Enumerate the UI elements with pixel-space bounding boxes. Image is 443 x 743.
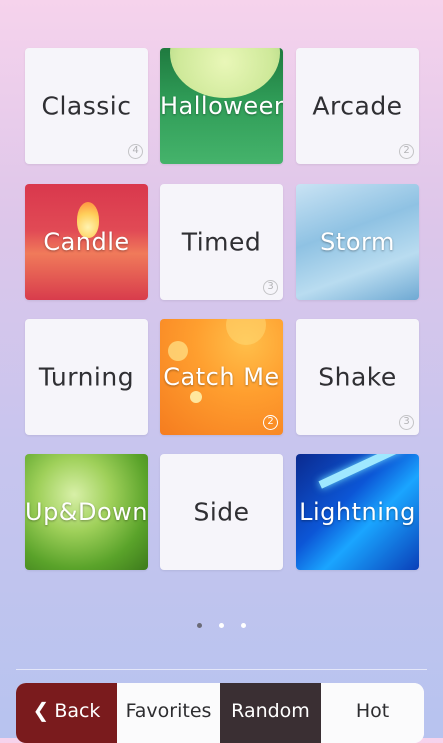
tile-shake[interactable]: Shake 3 [296, 319, 419, 435]
back-label: Back [54, 700, 101, 722]
random-label: Random [231, 700, 310, 722]
random-tab[interactable]: Random [220, 683, 321, 743]
favorites-label: Favorites [125, 700, 212, 722]
bubble-graphic [190, 391, 202, 403]
tile-label: Side [193, 497, 250, 527]
tile-label: Arcade [312, 91, 403, 121]
count-badge: 3 [399, 415, 414, 430]
count-badge: 2 [399, 144, 414, 159]
page-dot[interactable] [219, 623, 224, 628]
count-badge: 2 [263, 415, 278, 430]
tile-label: Lightning [299, 498, 416, 526]
tile-label: Storm [320, 228, 395, 256]
tile-classic[interactable]: Classic 4 [25, 48, 148, 164]
tile-side[interactable]: Side [160, 454, 283, 570]
page-dot[interactable] [241, 623, 247, 628]
page-dot-active[interactable] [196, 623, 202, 628]
tile-halloween[interactable]: Halloween [160, 48, 283, 164]
divider [16, 669, 427, 670]
page-indicator [0, 613, 443, 632]
tile-candle[interactable]: Candle [25, 184, 148, 300]
count-badge: 4 [128, 144, 143, 159]
tile-catch-me[interactable]: Catch Me 2 [160, 319, 283, 435]
tile-label: Shake [318, 362, 397, 392]
bubble-graphic [226, 319, 266, 345]
hot-label: Hot [355, 700, 390, 722]
tile-arcade[interactable]: Arcade 2 [296, 48, 419, 164]
count-badge: 3 [263, 280, 278, 295]
bottom-nav: ❮ Back Favorites Random Hot [16, 683, 424, 743]
tile-timed[interactable]: Timed 3 [160, 184, 283, 300]
lightning-bolt-graphic [318, 454, 404, 489]
moon-graphic [170, 48, 280, 98]
chevron-left-icon: ❮ [32, 698, 50, 722]
tile-label: Up&Down [25, 498, 148, 526]
mode-grid: Classic 4 Halloween Arcade 2 Candle Time… [25, 48, 419, 570]
tile-label: Catch Me [163, 363, 280, 391]
hot-tab[interactable]: Hot [321, 683, 424, 743]
tile-label: Turning [38, 362, 135, 392]
back-button[interactable]: ❮ Back [16, 683, 117, 743]
tile-label: Classic [41, 91, 132, 121]
tile-turning[interactable]: Turning [25, 319, 148, 435]
tile-label: Candle [43, 228, 130, 256]
tile-storm[interactable]: Storm [296, 184, 419, 300]
tile-lightning[interactable]: Lightning [296, 454, 419, 570]
tile-label: Timed [181, 227, 262, 257]
bubble-graphic [168, 341, 188, 361]
tile-label: Halloween [160, 92, 283, 120]
tile-up-down[interactable]: Up&Down [25, 454, 148, 570]
favorites-tab[interactable]: Favorites [117, 683, 220, 743]
